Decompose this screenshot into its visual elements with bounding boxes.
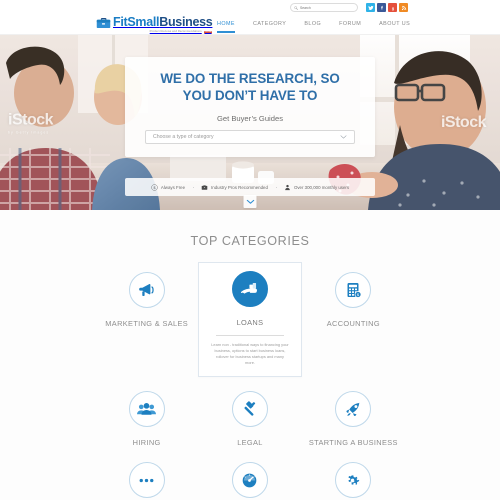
- badge-industry-pros: Industry Pros Recommended: [193, 184, 276, 191]
- chevron-down-icon: [340, 134, 347, 139]
- icon-circle: [128, 462, 165, 499]
- icon-circle: $: [335, 272, 372, 308]
- badge-label: Always Free: [160, 184, 186, 190]
- category-card-starting-a-business[interactable]: STARTING A BUSINESS: [302, 387, 405, 448]
- scroll-down-button[interactable]: [243, 195, 257, 208]
- badge-monthly-users: Over 300,000 monthly users: [275, 184, 357, 191]
- top-categories-section: TOP CATEGORIES MARKETING & SALES LOANS L…: [0, 210, 500, 500]
- nav-item-about-us[interactable]: ABOUT US: [370, 18, 419, 33]
- logo-name-part1: FitSmall: [113, 15, 160, 29]
- user-icon: [284, 184, 291, 191]
- twitter-icon[interactable]: [366, 3, 375, 12]
- nav-item-blog[interactable]: BLOG: [295, 18, 330, 33]
- logo-name-part2: Business: [159, 15, 213, 29]
- nav-item-forum[interactable]: FORUM: [330, 18, 370, 33]
- logo-text: FitSmallBusiness Product Reviews and Rec…: [113, 14, 213, 34]
- category-label: ACCOUNTING: [326, 319, 380, 328]
- social-links: g: [366, 3, 408, 12]
- icon-circle: [231, 271, 268, 307]
- category-card-legal[interactable]: LEGAL: [198, 387, 301, 448]
- gavel-icon: [239, 399, 260, 420]
- trust-badges: $ Always Free Industry Pros Recommended: [125, 178, 375, 196]
- icon-circle: [231, 462, 268, 499]
- page-title: TOP CATEGORIES: [190, 234, 310, 248]
- category-label: LEGAL: [237, 438, 263, 448]
- facebook-icon[interactable]: [377, 3, 386, 12]
- site-logo[interactable]: FitSmallBusiness Product Reviews and Rec…: [96, 14, 213, 34]
- gauge-icon: [239, 470, 260, 491]
- hand-money-icon: [239, 278, 261, 300]
- google-plus-icon[interactable]: g: [388, 3, 397, 12]
- svg-text:$: $: [153, 185, 155, 189]
- ellipsis-icon: [136, 470, 157, 491]
- category-card-gears[interactable]: [302, 458, 405, 500]
- main-nav: HOME CATEGORY BLOG FORUM ABOUT US: [208, 18, 419, 33]
- briefcase-icon: [96, 17, 111, 30]
- category-label: MARKETING & SALES: [105, 319, 189, 328]
- people-icon: [136, 399, 157, 420]
- badge-label: Over 300,000 monthly users: [293, 184, 350, 190]
- category-label: STARTING A BUSINESS: [308, 438, 398, 448]
- category-card-accounting[interactable]: $ ACCOUNTING: [302, 268, 405, 377]
- nav-item-category[interactable]: CATEGORY: [244, 18, 295, 33]
- icon-circle: [128, 272, 165, 308]
- svg-text:g: g: [391, 6, 394, 10]
- logo-tagline: Product Reviews and Recommendations: [149, 30, 202, 33]
- category-card-marketing-sales[interactable]: MARKETING & SALES: [95, 268, 198, 377]
- istock-watermark-left: iStock by Getty Images: [8, 111, 54, 134]
- gears-icon: [343, 470, 364, 491]
- hero-card: WE DO THE RESEARCH, SO YOU DON’T HAVE TO…: [125, 57, 375, 157]
- search-box[interactable]: [290, 3, 358, 12]
- icon-circle: [335, 462, 372, 499]
- category-card-loans[interactable]: LOANS Learn non - traditional ways to fi…: [198, 262, 302, 378]
- category-description: Learn non - traditional ways to financin…: [211, 341, 289, 366]
- calculator-icon: $: [343, 280, 363, 300]
- category-label: HIRING: [132, 438, 161, 448]
- briefcase-icon: [201, 184, 208, 191]
- hero-headline: WE DO THE RESEARCH, SO YOU DON’T HAVE TO: [160, 71, 340, 103]
- category-select-label: Choose a type of category: [153, 133, 214, 140]
- utility-bar: g: [290, 3, 408, 12]
- megaphone-icon: [136, 280, 157, 301]
- category-label: LOANS: [236, 318, 264, 327]
- hero-section: iStock by Getty Images iStock WE DO THE …: [0, 35, 500, 210]
- category-grid: MARKETING & SALES LOANS Learn non - trad…: [95, 262, 405, 500]
- card-divider: [215, 334, 284, 336]
- category-card-hiring[interactable]: HIRING: [95, 387, 198, 448]
- hero-subheadline: Get Buyer’s Guides: [217, 113, 283, 123]
- chevron-down-icon: [246, 199, 254, 205]
- search-input[interactable]: [300, 5, 354, 10]
- search-icon: [294, 5, 298, 10]
- category-select[interactable]: Choose a type of category: [145, 129, 355, 144]
- istock-watermark-sub: by Getty Images: [8, 130, 50, 134]
- rss-icon[interactable]: [399, 3, 408, 12]
- category-card-gauge[interactable]: [198, 458, 301, 500]
- badge-label: Industry Pros Recommended: [211, 184, 268, 190]
- badge-always-free: $ Always Free: [143, 183, 193, 191]
- icon-circle: [128, 391, 165, 428]
- rocket-icon: [343, 399, 364, 420]
- icon-circle: [335, 391, 372, 428]
- nav-item-home[interactable]: HOME: [208, 18, 244, 33]
- dollar-badge-icon: $: [151, 183, 158, 191]
- category-card-more[interactable]: [95, 458, 198, 500]
- icon-circle: [231, 391, 268, 428]
- istock-watermark-right: iStock: [440, 113, 487, 131]
